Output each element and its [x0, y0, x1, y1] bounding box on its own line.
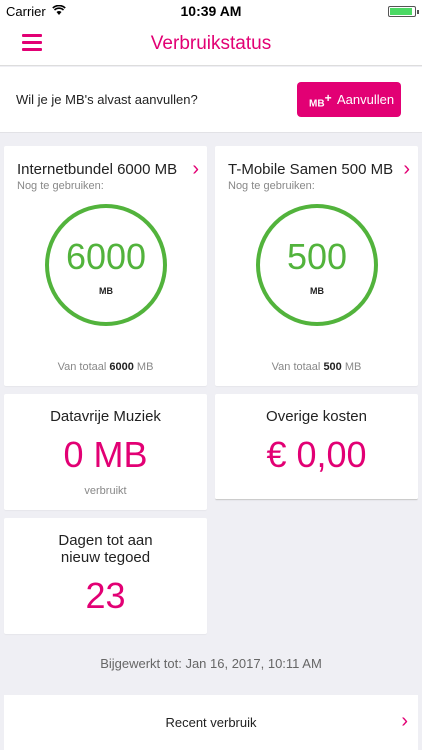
days-card: Dagen tot aan nieuw tegoed 23 — [4, 518, 207, 634]
music-card: Datavrije Muziek 0 MB verbruikt — [4, 394, 207, 510]
topup-banner: Wil je je MB's alvast aanvullen? MB+ Aan… — [0, 67, 422, 133]
topup-prompt: Wil je je MB's alvast aanvullen? — [16, 92, 198, 107]
bundle-total: Van totaal 500 MB — [271, 361, 362, 373]
music-title: Datavrije Muziek — [50, 408, 161, 425]
days-title-line1: Dagen tot aan — [58, 532, 153, 549]
navigation-bar: Verbruikstatus — [0, 22, 422, 66]
other-costs-value: € 0,00 — [266, 434, 367, 475]
remaining-unit: MB — [310, 286, 324, 296]
bundle-subtitle: Nog te gebruiken: — [228, 180, 315, 192]
chevron-right-icon: › — [401, 710, 408, 732]
music-value: 0 MB — [63, 434, 148, 475]
remaining-value: 6000 — [65, 236, 147, 277]
bundle-title: T-Mobile Samen 500 MB — [228, 161, 394, 178]
other-costs-card: Overige kosten € 0,00 — [215, 394, 418, 500]
updated-timestamp: Bijgewerkt tot: Jan 16, 2017, 10:11 AM — [100, 656, 322, 671]
bundle-card-internet[interactable]: Internetbundel 6000 MB Nog te gebruiken:… — [4, 146, 207, 386]
days-value: 23 — [85, 575, 126, 616]
days-title-line2: nieuw tegoed — [60, 549, 151, 566]
bundle-title: Internetbundel 6000 MB — [17, 161, 178, 178]
topup-button-label: Aanvullen — [337, 92, 395, 107]
clock: 10:39 AM — [180, 3, 242, 19]
chevron-right-icon: › — [403, 158, 410, 180]
remaining-unit: MB — [99, 286, 113, 296]
mb-plus-icon: MB+ — [309, 91, 332, 110]
recent-usage-row[interactable]: Recent verbruik › — [4, 695, 418, 750]
music-caption: verbruikt — [84, 485, 127, 497]
page-title: Verbruikstatus — [150, 33, 272, 54]
bundle-subtitle: Nog te gebruiken: — [17, 180, 104, 192]
bundle-total: Van totaal 6000 MB — [57, 361, 154, 373]
other-costs-title: Overige kosten — [266, 408, 367, 425]
status-bar: Carrier 10:39 AM — [0, 0, 422, 22]
chevron-right-icon: › — [192, 158, 199, 180]
battery-icon — [388, 6, 419, 17]
topup-button[interactable]: MB+ Aanvullen — [297, 82, 401, 117]
remaining-value: 500 — [286, 236, 348, 277]
remaining-ring: 6000 MB — [45, 204, 167, 326]
bundle-card-samen[interactable]: T-Mobile Samen 500 MB Nog te gebruiken: … — [215, 146, 418, 386]
recent-usage-label: Recent verbruik — [165, 715, 257, 730]
remaining-ring: 500 MB — [256, 204, 378, 326]
